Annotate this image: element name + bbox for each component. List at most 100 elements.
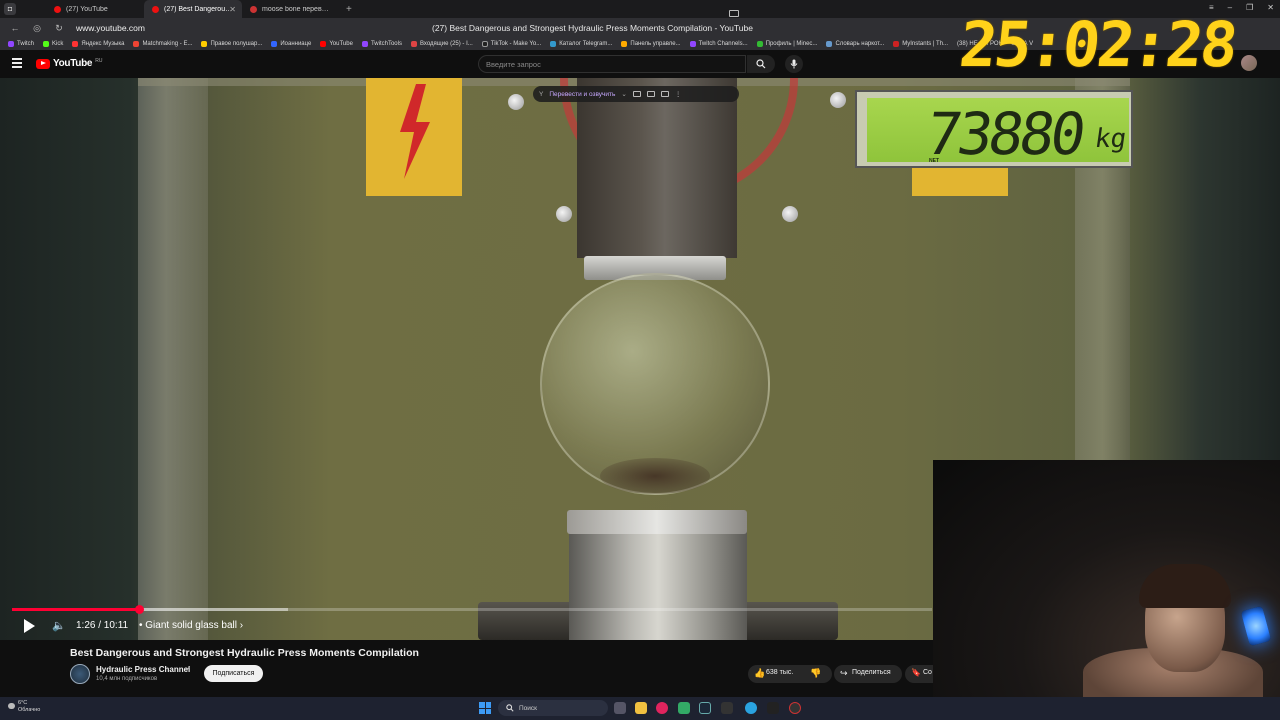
dislike-icon[interactable]: 👎 (810, 668, 821, 679)
app-icon[interactable] (721, 702, 733, 714)
tab-video[interactable]: (27) Best Dangerous a ✕ (144, 0, 242, 18)
voice-search-button[interactable] (785, 55, 803, 73)
lightning-bolt-icon (400, 84, 430, 179)
search-icon (506, 704, 514, 712)
bookmark-icon: 🔖 (911, 668, 921, 677)
bookmark-item[interactable]: Яндекс Музыка (72, 41, 124, 47)
picture-in-picture-icon[interactable] (660, 91, 669, 97)
weather-temp: 6°C (18, 700, 28, 706)
bookmark-item[interactable]: YouTube (320, 41, 353, 47)
yandex-browser-icon[interactable] (656, 702, 668, 714)
close-icon[interactable]: ✕ (229, 5, 236, 14)
chapter-title[interactable]: • Giant solid glass ball › (139, 620, 243, 631)
new-tab-icon[interactable]: + (346, 4, 352, 15)
youtube-logo[interactable]: YouTube RU (36, 58, 102, 69)
bookmark-item[interactable]: TikTok - Make Yo... (481, 41, 541, 47)
bookmark-item[interactable]: Twitch Channels... (689, 41, 748, 47)
progress-played (12, 608, 139, 611)
time-display: 1:26 / 10:11 (76, 620, 129, 631)
back-icon[interactable]: ← (8, 23, 22, 33)
taskbar-search[interactable]: Поиск (498, 700, 608, 716)
screw-head (830, 92, 846, 108)
start-button[interactable] (479, 702, 491, 714)
twitch-icon (8, 41, 14, 47)
reload-icon[interactable]: ↻ (52, 23, 66, 34)
bookmark-icon (826, 41, 833, 47)
press-ram (577, 78, 737, 258)
taskbar-search-label: Поиск (519, 704, 538, 712)
weather-widget[interactable]: 6°C Облачно (8, 700, 68, 714)
search-icon (756, 59, 766, 69)
more-icon[interactable]: ⋮ (675, 90, 682, 98)
bookmark-item[interactable]: Иоанниаце (271, 41, 311, 47)
volume-icon[interactable]: 🔈 (52, 619, 66, 633)
subscriber-count: 10,4 млн подписчиков (96, 676, 158, 682)
bookmark-item[interactable]: Twitch (8, 41, 34, 47)
warning-sign (366, 78, 462, 196)
app-icon[interactable] (767, 702, 779, 714)
telegram-icon (550, 41, 557, 47)
youtube-play-icon (36, 58, 50, 69)
press-frame-left (138, 78, 208, 640)
mail-icon (410, 41, 417, 47)
bookmark-icon (201, 41, 208, 47)
minecraft-icon (756, 41, 763, 47)
text-icon[interactable] (646, 91, 655, 97)
url-field[interactable]: www.youtube.com (76, 23, 145, 33)
bookmark-item[interactable]: Matchmaking - E... (133, 41, 192, 47)
translate-toolbar[interactable]: Y Перевести и озвучить ⌄ ⋮ (533, 86, 739, 102)
scale-unit: kg (1092, 124, 1129, 154)
history-icon[interactable]: ◎ (30, 23, 44, 34)
stream-clock-overlay: 25:02:28 (956, 8, 1239, 81)
keyboard-icon[interactable] (729, 10, 739, 17)
subscribe-button[interactable]: Подписаться (204, 665, 263, 682)
video-title: Best Dangerous and Strongest Hydraulic P… (70, 647, 419, 659)
cloud-icon (8, 703, 15, 709)
streamer-hair (1139, 564, 1231, 608)
play-button[interactable] (22, 619, 36, 633)
bookmark-item[interactable]: Входящие (25) - I... (410, 41, 473, 47)
myinstants-icon (893, 41, 900, 47)
tab-yandex[interactable]: moose bone перевод – Я (242, 0, 340, 18)
telegram-icon[interactable] (745, 702, 757, 714)
task-view-icon[interactable] (614, 702, 626, 714)
save-label[interactable]: Со (923, 669, 932, 676)
avatar[interactable] (1241, 55, 1257, 71)
bookmark-item[interactable]: Kick (43, 41, 63, 47)
restore-icon[interactable]: ❐ (1246, 3, 1253, 12)
twitch-icon (361, 41, 368, 47)
obs-icon[interactable] (789, 702, 801, 714)
file-explorer-icon[interactable] (635, 702, 647, 714)
bookmark-item[interactable]: Правое полушар... (201, 41, 262, 47)
bookmark-item[interactable]: Каталог Telegram... (550, 41, 612, 47)
app-icon[interactable] (678, 702, 690, 714)
faceit-icon (133, 41, 140, 47)
search-input[interactable]: Введите запрос (478, 55, 746, 73)
channel-name[interactable]: Hydraulic Press Channel (96, 665, 190, 674)
scale-lcd: 73880 kg NET (867, 98, 1129, 168)
share-label[interactable]: Поделиться (852, 669, 891, 676)
close-window-icon[interactable]: ✕ (1267, 3, 1274, 12)
bookmark-item[interactable]: Панель управле... (621, 41, 681, 47)
like-count[interactable]: 638 тыс. (766, 669, 793, 676)
bookmark-item[interactable]: Профиль | Minec... (756, 41, 817, 47)
steam-icon[interactable] (699, 702, 711, 714)
translate-label[interactable]: Перевести и озвучить (549, 91, 615, 98)
bookmark-item[interactable]: Словарь наркот... (826, 41, 884, 47)
subtitles-icon[interactable] (632, 91, 641, 97)
chevron-down-icon[interactable]: ⌄ (621, 90, 626, 98)
tab-youtube[interactable]: (27) YouTube (46, 0, 144, 18)
search-button[interactable] (747, 55, 775, 73)
bookmark-item[interactable]: MyInstants | Th... (893, 41, 948, 47)
webcam-overlay (933, 460, 1280, 697)
blue-lamp (1240, 605, 1272, 647)
bookmark-item[interactable]: TwitchTools (361, 41, 402, 47)
like-icon[interactable]: 👍 (754, 668, 765, 679)
weather-desc: Облачно (18, 707, 41, 713)
channel-avatar[interactable] (70, 664, 90, 684)
hamburger-menu-icon[interactable] (12, 58, 22, 68)
bookmark-icon (271, 41, 278, 47)
verified-icon: ✔ (185, 666, 191, 673)
browser-menu-icon[interactable]: ◘ (4, 3, 16, 15)
progress-scrubber[interactable] (135, 605, 144, 614)
